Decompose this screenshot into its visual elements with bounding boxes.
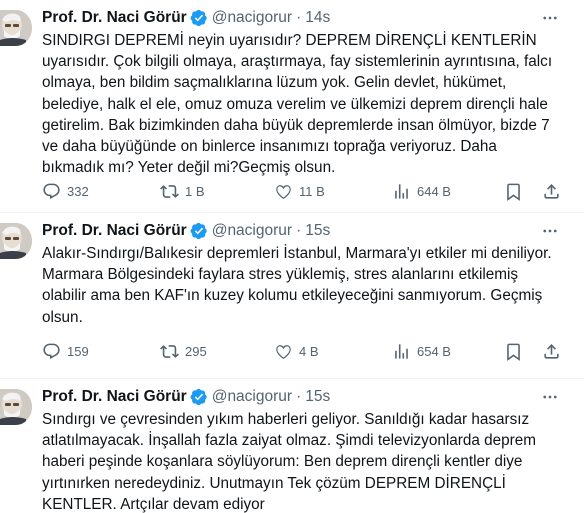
views-icon — [395, 183, 408, 199]
like-button[interactable]: 11 B — [274, 182, 392, 201]
timestamp[interactable]: 15s — [305, 222, 330, 240]
separator-dot: · — [296, 222, 302, 239]
separator-dot: · — [296, 388, 302, 405]
verified-badge-icon — [190, 388, 208, 406]
tweet-actions: 332 1 B 11 B 644 B — [42, 181, 562, 201]
reply-button[interactable]: 332 — [42, 182, 160, 201]
repost-icon — [160, 184, 179, 198]
reply-button[interactable]: 159 — [42, 342, 160, 361]
reply-count: 159 — [67, 343, 89, 359]
tweet-text: Alakır-Sındırgı/Balıkesir depremleri İst… — [42, 245, 552, 326]
reply-count: 332 — [67, 183, 89, 199]
share-button[interactable] — [542, 182, 562, 201]
like-button[interactable]: 4 B — [274, 342, 392, 361]
author-name[interactable]: Prof. Dr. Naci Görür — [42, 222, 187, 240]
timestamp[interactable]: 14s — [305, 9, 330, 27]
repost-button[interactable]: 1 B — [160, 182, 274, 201]
bookmark-button[interactable] — [504, 182, 540, 201]
repost-button[interactable]: 295 — [160, 342, 274, 361]
repost-count: 295 — [185, 343, 207, 359]
more-horizontal-icon[interactable] — [540, 221, 560, 241]
like-icon — [276, 344, 291, 359]
repost-icon — [160, 344, 179, 358]
author-handle[interactable]: @nacigorur — [212, 9, 292, 27]
avatar[interactable] — [0, 223, 32, 259]
avatar[interactable] — [0, 10, 32, 46]
tweet-actions: 159 295 4 B 654 B — [42, 341, 562, 361]
verified-badge-icon — [190, 222, 208, 240]
share-icon — [544, 183, 559, 199]
verified-badge-icon — [190, 9, 208, 27]
like-icon — [276, 184, 291, 199]
bookmark-button[interactable] — [504, 342, 540, 361]
bookmark-icon — [507, 343, 520, 361]
tweet[interactable]: Prof. Dr. Naci Görür @nacigorur · 15s Al… — [0, 213, 584, 379]
share-icon — [544, 343, 559, 359]
author-name[interactable]: Prof. Dr. Naci Görür — [42, 9, 187, 27]
views-count: 654 B — [417, 343, 451, 359]
tweet-header: Prof. Dr. Naci Görür @nacigorur · 14s — [42, 8, 330, 28]
views-button[interactable]: 644 B — [392, 182, 504, 201]
separator-dot: · — [296, 9, 302, 26]
like-count: 11 B — [299, 183, 325, 199]
reply-icon — [43, 343, 60, 359]
like-count: 4 B — [299, 343, 319, 359]
avatar[interactable] — [0, 389, 32, 425]
author-handle[interactable]: @nacigorur — [212, 388, 292, 406]
bookmark-icon — [507, 183, 520, 201]
timestamp[interactable]: 15s — [305, 388, 330, 406]
tweet-feed: Prof. Dr. Naci Görür @nacigorur · 14s SI… — [0, 0, 584, 513]
tweet-text: SINDIRGI DEPREMİ neyin uyarısıdır? DEPRE… — [42, 32, 553, 177]
more-horizontal-icon[interactable] — [540, 387, 560, 407]
repost-count: 1 B — [185, 183, 205, 199]
tweet[interactable]: Prof. Dr. Naci Görür @nacigorur · 14s SI… — [0, 0, 584, 213]
views-icon — [395, 343, 408, 359]
views-count: 644 B — [417, 183, 451, 199]
author-handle[interactable]: @nacigorur — [212, 222, 292, 240]
views-button[interactable]: 654 B — [392, 342, 504, 361]
reply-icon — [43, 183, 60, 199]
share-button[interactable] — [542, 342, 562, 361]
tweet-header: Prof. Dr. Naci Görür @nacigorur · 15s — [42, 221, 330, 241]
tweet-header: Prof. Dr. Naci Görür @nacigorur · 15s — [42, 387, 330, 407]
tweet-text: Sındırgı ve çevresinden yıkım haberleri … — [42, 411, 536, 513]
more-horizontal-icon[interactable] — [540, 8, 560, 28]
author-name[interactable]: Prof. Dr. Naci Görür — [42, 388, 187, 406]
tweet[interactable]: Prof. Dr. Naci Görür @nacigorur · 15s Sı… — [0, 379, 584, 513]
